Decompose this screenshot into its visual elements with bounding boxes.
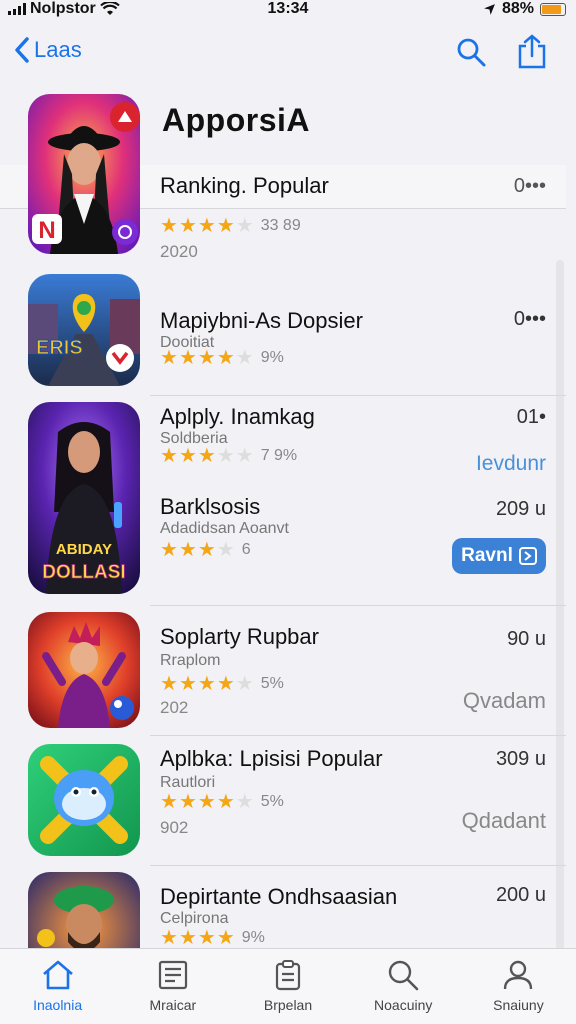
list-item[interactable]: ERIS Mapiybni-As Dopsier Dooitiat ★ ★ ★ ★ ★ …	[0, 268, 566, 396]
download-icon	[518, 547, 537, 565]
app-subtitle: Rraplom	[160, 652, 221, 669]
star-rating: ★ ★ ★ ★ ★ 5%	[160, 791, 284, 813]
app-status-link[interactable]: Qdadant	[462, 808, 546, 834]
tab-label: Mraicar	[149, 997, 197, 1013]
app-size: 209 u	[495, 498, 546, 520]
more-options[interactable]: 0•••	[514, 308, 546, 331]
app-title: Depirtante Ondhsaasian	[160, 884, 398, 909]
rating-count: 5%	[260, 793, 284, 810]
app-title: Barklsosis	[160, 494, 261, 519]
list-item[interactable]: Depirtante Ondhsaasian Celpirona ★ ★ ★ ★ 9%…	[0, 866, 566, 948]
app-subtitle: Celpirona	[160, 910, 229, 927]
rating-count: 9%	[241, 929, 265, 946]
rating-count: 33 89	[260, 217, 301, 234]
tab-label: Inaolnia	[33, 997, 83, 1013]
rating-count: 6	[241, 541, 251, 558]
rating-count: 9%	[260, 349, 284, 366]
star-rating: ★ ★ ★ ★ 6	[160, 539, 251, 561]
list-item[interactable]: Aplbka: Lpisisi Popular Rautlori ★ ★ ★ ★ ★ 5…	[0, 736, 566, 866]
app-icon: N	[28, 94, 140, 254]
status-right: 88%	[483, 0, 566, 18]
list-item[interactable]: N ★ ★ ★ ★ ★ 33 89 2020	[0, 90, 566, 261]
tab-home[interactable]: Inaolnia	[0, 949, 115, 1024]
newspaper-icon	[158, 960, 187, 990]
app-title: Aplbka: Lpisisi Popular	[160, 746, 383, 771]
location-arrow-icon	[484, 3, 495, 15]
app-subtitle: Rautlori	[160, 774, 216, 791]
star-rating: ★ ★ ★ ★ ★ 9%	[160, 347, 284, 369]
home-icon	[42, 960, 73, 990]
app-year: 902	[160, 818, 189, 837]
battery-percent: 88%	[501, 0, 534, 17]
app-size: 90 u	[507, 628, 546, 650]
svg-text:N: N	[38, 217, 55, 244]
tab-profile[interactable]: Snaiuny	[461, 949, 576, 1024]
share-icon[interactable]	[516, 34, 548, 70]
get-button[interactable]: Ravnl	[452, 538, 546, 574]
app-title: Soplarty Rupbar	[160, 624, 319, 649]
clipboard-icon	[275, 960, 301, 991]
app-size: 309 u	[495, 748, 546, 770]
tab-label: Brpelan	[263, 997, 313, 1013]
app-subtitle: Adadidsan Aoanvt	[160, 520, 289, 537]
tab-label: Noacuiny	[374, 997, 433, 1013]
star-rating: ★ ★ ★ ★ ★ 5%	[160, 673, 284, 695]
app-icon: ERIS	[28, 274, 140, 386]
battery-icon	[540, 2, 566, 16]
icon-text: ERIS	[36, 337, 83, 359]
app-status-link[interactable]: Qvadam	[463, 688, 546, 714]
app-title: Mapiybni-As Dopsier	[160, 308, 363, 333]
tab-news[interactable]: Mraicar	[115, 949, 230, 1024]
search-icon[interactable]	[455, 36, 487, 68]
search-icon	[389, 960, 419, 991]
app-list: ApporsiA Ranking. Popular 0••• N ★ ★ ★ ★…	[0, 90, 566, 948]
app-year: 202	[160, 698, 189, 717]
app-size: 200 u	[495, 884, 546, 906]
list-item[interactable]: ABIDAY DOLLASI Aplply. Inamkag Soldberia…	[0, 396, 566, 606]
get-button-label: Ravnl	[461, 545, 513, 566]
app-icon: ABIDAY DOLLASI	[28, 402, 140, 594]
more-options[interactable]: 01•	[517, 406, 546, 429]
star-rating: ★ ★ ★ ★ ★ 33 89	[160, 215, 301, 237]
star-rating: ★ ★ ★ ★ 9%	[160, 927, 265, 948]
nav-bar: Laas	[0, 26, 576, 82]
svg-text:ABIDAY: ABIDAY	[56, 541, 112, 558]
rating-count: 7 9%	[260, 447, 298, 464]
app-icon	[28, 612, 140, 728]
list-item[interactable]: Soplarty Rupbar Rraplom ★ ★ ★ ★ ★ 5% 202 90 …	[0, 606, 566, 736]
app-icon	[28, 872, 140, 948]
back-button[interactable]: Laas	[14, 36, 82, 64]
tab-clipboard[interactable]: Brpelan	[230, 949, 345, 1024]
tab-label: Snaiuny	[493, 997, 544, 1013]
app-status-link[interactable]: Ievdunr	[476, 452, 546, 476]
app-title: Aplply. Inamkag	[160, 404, 315, 429]
app-year: 2020	[160, 242, 198, 261]
person-icon	[504, 960, 533, 990]
star-rating: ★ ★ ★ ★ ★ 7 9%	[160, 445, 298, 467]
svg-text:DOLLASI: DOLLASI	[42, 562, 125, 583]
tab-search[interactable]: Noacuiny	[346, 949, 461, 1024]
tab-bar: Inaolnia Mraicar Brpelan Noacuiny Snaiun…	[0, 948, 576, 1024]
chevron-left-icon	[15, 37, 29, 63]
rating-count: 5%	[260, 675, 284, 692]
app-icon	[28, 744, 140, 856]
status-bar: Nolpstor 13:34 88%	[0, 0, 576, 20]
back-label: Laas	[34, 37, 82, 62]
